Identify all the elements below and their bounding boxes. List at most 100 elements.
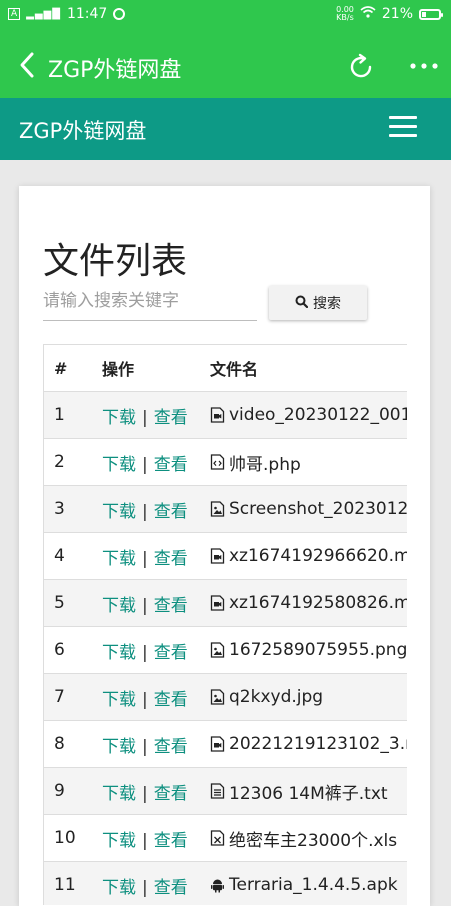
action-separator: | bbox=[142, 642, 148, 663]
action-separator: | bbox=[142, 454, 148, 475]
table-row: 8 下载 | 查看 20221219123102_3.mp4 bbox=[44, 720, 407, 768]
download-link[interactable]: 下载 bbox=[102, 549, 136, 569]
row-number: 6 bbox=[54, 640, 65, 660]
file-name: xz1674192966620.mp4 bbox=[229, 546, 407, 566]
table-row: 4 下载 | 查看 xz1674192966620.mp4 bbox=[44, 532, 407, 580]
view-link[interactable]: 查看 bbox=[154, 408, 188, 428]
view-link[interactable]: 查看 bbox=[154, 690, 188, 710]
action-separator: | bbox=[142, 407, 148, 428]
download-link[interactable]: 下载 bbox=[102, 831, 136, 851]
row-filename-cell: video_20230122_001325.mp4 bbox=[210, 392, 407, 439]
row-actions: 下载 | 查看 bbox=[102, 674, 210, 721]
view-link[interactable]: 查看 bbox=[154, 596, 188, 616]
action-separator: | bbox=[142, 830, 148, 851]
refresh-icon[interactable] bbox=[346, 52, 376, 82]
table-row: 3 下载 | 查看 Screenshot_20230121_190143.png bbox=[44, 485, 407, 533]
row-actions: 下载 | 查看 bbox=[102, 768, 210, 815]
view-link[interactable]: 查看 bbox=[154, 784, 188, 804]
row-filename-cell: 20221219123102_3.mp4 bbox=[210, 721, 407, 768]
table-row: 10 下载 | 查看 绝密车主23000个.xls bbox=[44, 814, 407, 862]
file-name: video_20230122_001325.mp4 bbox=[229, 405, 407, 425]
view-link[interactable]: 查看 bbox=[154, 737, 188, 757]
row-actions: 下载 | 查看 bbox=[102, 721, 210, 768]
more-icon[interactable] bbox=[408, 54, 440, 78]
video-file-icon bbox=[210, 736, 225, 752]
row-number: 11 bbox=[54, 875, 76, 895]
search-button[interactable]: 搜索 bbox=[269, 286, 367, 320]
search-input[interactable] bbox=[43, 282, 257, 321]
image-file-icon bbox=[210, 642, 225, 658]
status-time: 11:47 bbox=[66, 6, 108, 22]
table-row: 1 下载 | 查看 video_20230122_001325.mp4 bbox=[44, 391, 407, 439]
download-link[interactable]: 下载 bbox=[102, 690, 136, 710]
view-link[interactable]: 查看 bbox=[154, 643, 188, 663]
view-link[interactable]: 查看 bbox=[154, 831, 188, 851]
view-link[interactable]: 查看 bbox=[154, 878, 188, 898]
row-filename-cell: 1672589075955.png bbox=[210, 627, 407, 674]
file-name: 绝密车主23000个.xls bbox=[229, 830, 398, 851]
status-bar: A ▂▄▆█ 11:47 0.00 KB/s 21% bbox=[0, 0, 451, 32]
video-file-icon bbox=[210, 595, 225, 611]
download-link[interactable]: 下载 bbox=[102, 784, 136, 804]
view-link[interactable]: 查看 bbox=[154, 455, 188, 475]
action-separator: | bbox=[142, 783, 148, 804]
file-name: xz1674192580826.mp4 bbox=[229, 593, 407, 613]
sim-icon: A bbox=[8, 8, 21, 20]
row-number: 10 bbox=[54, 828, 76, 848]
download-link[interactable]: 下载 bbox=[102, 596, 136, 616]
download-link[interactable]: 下载 bbox=[102, 502, 136, 522]
row-actions: 下载 | 查看 bbox=[102, 486, 210, 533]
file-table-container[interactable]: # 操作 文件名 1 下载 | 查看 video_20230122_001325.mp4… bbox=[43, 344, 407, 905]
download-link[interactable]: 下载 bbox=[102, 878, 136, 898]
battery-icon bbox=[419, 8, 443, 20]
row-number: 2 bbox=[54, 452, 65, 472]
row-actions: 下载 | 查看 bbox=[102, 533, 210, 580]
row-number: 4 bbox=[54, 546, 65, 566]
row-number: 7 bbox=[54, 687, 65, 707]
back-arrow-icon[interactable] bbox=[16, 50, 42, 80]
excel-file-icon bbox=[210, 830, 225, 846]
action-separator: | bbox=[142, 501, 148, 522]
video-file-icon bbox=[210, 407, 225, 423]
search-button-label: 搜索 bbox=[313, 296, 341, 312]
site-brand[interactable]: ZGP外链网盘 bbox=[19, 115, 146, 145]
download-link[interactable]: 下载 bbox=[102, 455, 136, 475]
download-link[interactable]: 下载 bbox=[102, 408, 136, 428]
row-actions: 下载 | 查看 bbox=[102, 815, 210, 862]
app-bar: ZGP外链网盘 bbox=[0, 32, 451, 98]
row-number: 5 bbox=[54, 593, 65, 613]
table-row: 9 下载 | 查看 12306 14M裤子.txt bbox=[44, 767, 407, 815]
file-table: # 操作 文件名 1 下载 | 查看 video_20230122_001325.mp4… bbox=[44, 345, 407, 905]
row-number: 8 bbox=[54, 734, 65, 754]
row-actions: 下载 | 查看 bbox=[102, 392, 210, 439]
image-file-icon bbox=[210, 689, 225, 705]
file-name: 12306 14M裤子.txt bbox=[229, 783, 388, 804]
row-filename-cell: Screenshot_20230121_190143.png bbox=[210, 486, 407, 533]
battery-percent: 21% bbox=[381, 6, 413, 22]
row-filename-cell: 绝密车主23000个.xls bbox=[210, 815, 407, 862]
download-link[interactable]: 下载 bbox=[102, 643, 136, 663]
row-filename-cell: 帅哥.php bbox=[210, 439, 407, 486]
table-row: 6 下载 | 查看 1672589075955.png bbox=[44, 626, 407, 674]
action-separator: | bbox=[142, 877, 148, 898]
view-link[interactable]: 查看 bbox=[154, 549, 188, 569]
action-separator: | bbox=[142, 548, 148, 569]
table-row: 7 下载 | 查看 q2kxyd.jpg bbox=[44, 673, 407, 721]
download-link[interactable]: 下载 bbox=[102, 737, 136, 757]
row-actions: 下载 | 查看 bbox=[102, 580, 210, 627]
action-separator: | bbox=[142, 736, 148, 757]
wifi-icon bbox=[360, 6, 376, 22]
site-header: ZGP外链网盘 bbox=[0, 98, 451, 160]
file-name: 帅哥.php bbox=[229, 454, 301, 475]
column-header-number: # bbox=[54, 358, 68, 378]
action-separator: | bbox=[142, 689, 148, 710]
network-speed: 0.00 KB/s bbox=[336, 5, 354, 22]
row-filename-cell: xz1674192966620.mp4 bbox=[210, 533, 407, 580]
hamburger-menu-icon[interactable] bbox=[389, 116, 417, 138]
row-number: 3 bbox=[54, 499, 65, 519]
view-link[interactable]: 查看 bbox=[154, 502, 188, 522]
row-filename-cell: Terraria_1.4.4.5.apk bbox=[210, 862, 407, 906]
page-title: 文件列表 bbox=[43, 241, 188, 282]
table-row: 2 下载 | 查看 帅哥.php bbox=[44, 438, 407, 486]
table-row: 5 下载 | 查看 xz1674192580826.mp4 bbox=[44, 579, 407, 627]
